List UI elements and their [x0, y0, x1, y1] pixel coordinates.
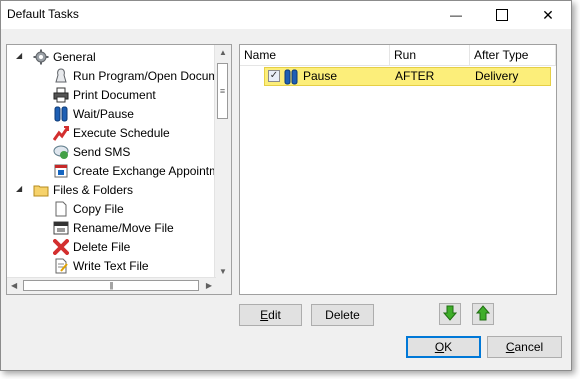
move-up-button[interactable] — [472, 303, 494, 325]
vertical-scroll-thumb[interactable]: ≡ — [217, 63, 228, 119]
tree-item-label: Run Program/Open Document — [73, 68, 216, 83]
collapse-general-toggle[interactable]: ◢ — [16, 51, 26, 60]
tree-item-label: Wait/Pause — [73, 106, 134, 121]
tree-item-delete-file[interactable]: Delete File — [53, 237, 130, 256]
tree-item-label: Send SMS — [73, 144, 131, 159]
tree-horizontal-scrollbar[interactable]: ◀ ||| ▶ — [7, 277, 216, 294]
tree-group-general[interactable]: General — [33, 47, 96, 66]
tree-item-send-sms[interactable]: Send SMS — [53, 142, 130, 161]
tree-item-write-text-file[interactable]: Write Text File — [53, 256, 149, 275]
maximize-button[interactable] — [479, 1, 525, 29]
cell-run: AFTER — [395, 69, 435, 83]
cell-after-type: Delivery — [475, 69, 519, 83]
tree-group-label: General — [53, 49, 96, 64]
tree-vertical-scrollbar[interactable]: ▲ ≡ ▼ — [214, 45, 231, 279]
table-row[interactable]: ✓ Pause AFTER Delivery — [264, 67, 551, 86]
window-title: Default Tasks — [7, 7, 79, 21]
tree-item-rename-move-file[interactable]: Rename/Move File — [53, 218, 174, 237]
column-header-name[interactable]: Name — [240, 45, 390, 65]
pause-icon — [283, 68, 299, 85]
exchange-appointment-icon — [53, 163, 69, 179]
task-enabled-checkbox[interactable]: ✓ — [268, 70, 280, 82]
cancel-button[interactable]: Cancel — [487, 336, 562, 358]
horizontal-scroll-thumb[interactable]: ||| — [23, 280, 199, 291]
scroll-down-arrow-icon[interactable]: ▼ — [219, 267, 227, 276]
task-grid: Name Run After Type ✓ Pause AFTER Delive… — [239, 44, 557, 295]
edit-mnemonic: E — [260, 308, 269, 322]
task-tree-panel: ◢ General Run Program/Open Document Prin… — [6, 44, 232, 295]
edit-label-rest: dit — [268, 308, 281, 322]
tree-item-print-document[interactable]: Print Document — [53, 85, 156, 104]
tree-item-label: Execute Schedule — [73, 125, 170, 140]
collapse-files-folders-toggle[interactable]: ◢ — [16, 184, 26, 193]
green-up-arrow-icon — [475, 304, 491, 324]
ok-label-rest: K — [444, 340, 453, 354]
move-down-button[interactable] — [439, 303, 461, 325]
folder-icon — [33, 182, 49, 198]
task-tree: ◢ General Run Program/Open Document Prin… — [7, 45, 216, 279]
tree-item-label: Write Text File — [73, 258, 149, 273]
write-text-file-icon — [53, 258, 69, 274]
tree-group-files-folders[interactable]: Files & Folders — [33, 180, 133, 199]
close-button[interactable]: ✕ — [525, 1, 571, 29]
cancel-label-rest: ancel — [514, 340, 544, 354]
tree-item-label: Rename/Move File — [73, 220, 174, 235]
scroll-left-arrow-icon[interactable]: ◀ — [11, 281, 17, 290]
tree-item-wait-pause[interactable]: Wait/Pause — [53, 104, 134, 123]
copy-file-icon — [53, 201, 69, 217]
tree-item-label: Copy File — [73, 201, 124, 216]
printer-icon — [53, 87, 69, 103]
delete-file-icon — [53, 238, 69, 255]
sms-icon — [53, 144, 69, 160]
scroll-up-arrow-icon[interactable]: ▲ — [219, 48, 227, 57]
pause-icon — [53, 106, 69, 122]
execute-schedule-icon — [53, 125, 69, 141]
tree-item-execute-schedule[interactable]: Execute Schedule — [53, 123, 170, 142]
minimize-button[interactable]: — — [433, 1, 479, 29]
maximize-icon — [496, 9, 508, 21]
green-down-arrow-icon — [442, 305, 458, 324]
ok-mnemonic: O — [434, 340, 445, 354]
tree-item-label: Delete File — [73, 239, 131, 254]
minimize-icon: — — [450, 8, 462, 22]
delete-button[interactable]: Delete — [311, 304, 374, 326]
scroll-right-arrow-icon[interactable]: ▶ — [206, 281, 212, 290]
tree-item-create-exchange-appointment[interactable]: Create Exchange Appointment — [53, 161, 216, 180]
tree-item-copy-file[interactable]: Copy File — [53, 199, 124, 218]
tree-group-label: Files & Folders — [53, 182, 134, 197]
close-icon: ✕ — [542, 6, 554, 23]
tree-item-label: Print Document — [73, 87, 156, 102]
grip-icon: ≡ — [219, 85, 226, 96]
tree-item-label: Create Exchange Appointment — [73, 163, 216, 178]
rename-file-icon — [53, 220, 69, 236]
edit-button[interactable]: Edit — [239, 304, 302, 326]
default-tasks-dialog: Default Tasks — ✕ ◢ General Run Program/… — [0, 0, 572, 371]
grid-header: Name Run After Type — [240, 45, 556, 66]
grip-icon: ||| — [109, 281, 113, 290]
tree-item-run-program[interactable]: Run Program/Open Document — [53, 66, 216, 85]
column-header-run[interactable]: Run — [390, 45, 470, 65]
scrollbar-corner — [215, 278, 231, 294]
gear-icon — [33, 49, 49, 65]
ok-button[interactable]: OK — [406, 336, 481, 358]
run-program-icon — [53, 67, 69, 84]
cell-name: Pause — [303, 69, 338, 83]
column-header-after-type[interactable]: After Type — [470, 45, 556, 65]
title-bar: Default Tasks — ✕ — [1, 1, 571, 29]
